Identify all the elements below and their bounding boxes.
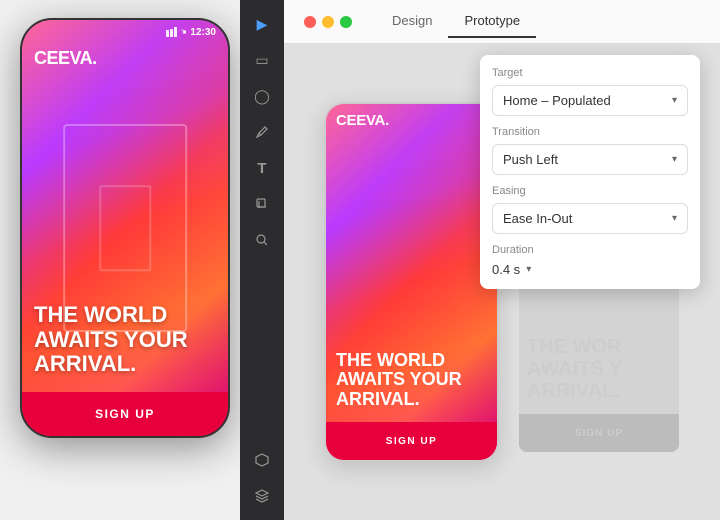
duration-dropdown-arrow[interactable]: ▾ [526,264,531,275]
ghost-cta-text: SIGN UP [575,428,623,439]
tab-bar: Design Prototype [376,5,536,38]
transition-dropdown[interactable]: Push Left ▾ [492,144,688,175]
phone-left-headline: THE WORLD AWAITS YOUR ARRIVAL. [34,303,216,376]
easing-value: Ease In-Out [503,211,572,226]
transition-label: Transition [492,126,688,138]
status-bar: 12:30 [22,20,228,44]
easing-dropdown[interactable]: Ease In-Out ▾ [492,203,688,234]
status-icons [166,27,186,37]
phone-center-headline: THE WORLD AWAITS YOUR ARRIVAL. [336,351,487,410]
ghost-headline: THE WORAWAITS YARRIVAL. [527,336,671,402]
duration-label: Duration [492,244,688,256]
status-time: 12:30 [190,27,216,38]
rectangle-icon[interactable]: ▭ [246,44,278,76]
duration-row: 0.4 s ▾ [492,262,688,277]
minimize-button[interactable] [322,16,334,28]
cursor-icon[interactable]: ▶ [246,8,278,40]
phone-center-cta: SIGN UP [326,422,497,460]
phone-center-logo: CEEVA. [336,112,389,129]
target-dropdown[interactable]: Home – Populated ▾ [492,85,688,116]
duration-value: 0.4 s [492,262,520,277]
ghost-cta: SIGN UP [519,414,679,452]
layers-icon[interactable] [246,480,278,512]
transition-value: Push Left [503,152,558,167]
toolbar: ▶ ▭ ◯ T [240,0,284,520]
close-button[interactable] [304,16,316,28]
component-icon[interactable] [246,444,278,476]
transition-dropdown-arrow: ▾ [672,154,677,165]
circle-icon[interactable]: ◯ [246,80,278,112]
easing-label: Easing [492,185,688,197]
maximize-button[interactable] [340,16,352,28]
search-icon[interactable] [246,224,278,256]
easing-dropdown-arrow: ▾ [672,213,677,224]
phone-mockup-left: 12:30 CEEVA. THE WORLD AWAITS YOUR ARRIV… [20,18,230,438]
phone-mockup-center: CEEVA. THE WORLD AWAITS YOUR ARRIVAL. SI… [324,102,499,462]
text-icon[interactable]: T [246,152,278,184]
pen-icon[interactable] [246,116,278,148]
phone-center-screen: CEEVA. THE WORLD AWAITS YOUR ARRIVAL. SI… [326,104,497,460]
target-dropdown-arrow: ▾ [672,95,677,106]
tunnel-effect [63,124,187,332]
target-value: Home – Populated [503,93,611,108]
phone-center-cta-text: SIGN UP [386,436,438,447]
crop-icon[interactable] [246,188,278,220]
target-label: Target [492,67,688,79]
phone-left-cta-text: SIGN UP [95,407,155,421]
window-controls [304,16,352,28]
top-bar: Design Prototype [284,0,720,44]
phone-left-cta: SIGN UP [22,392,228,436]
phone-left-logo: CEEVA. [34,48,97,69]
tab-prototype[interactable]: Prototype [448,5,536,38]
prototype-panel: Target Home – Populated ▾ Transition Pus… [480,55,700,289]
phone-screen-bg: 12:30 CEEVA. THE WORLD AWAITS YOUR ARRIV… [22,20,228,436]
tab-design[interactable]: Design [376,5,448,38]
